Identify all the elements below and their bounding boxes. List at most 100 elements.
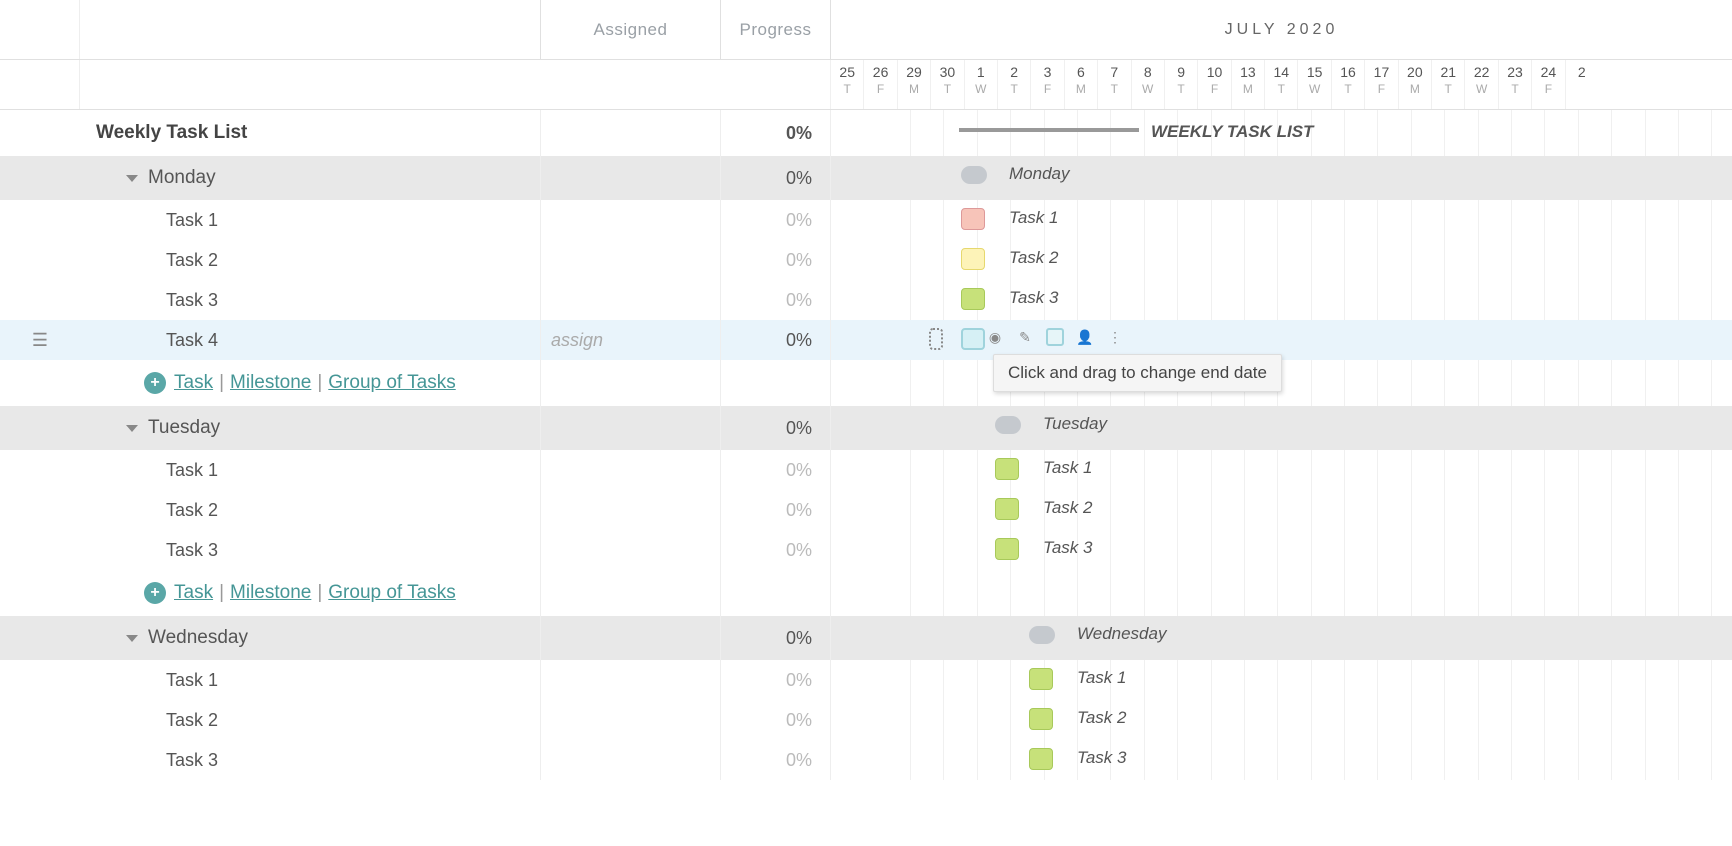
collapse-caret-icon[interactable] — [126, 425, 138, 432]
date-column[interactable]: 30T — [930, 60, 963, 109]
group-pill[interactable] — [995, 416, 1021, 434]
group-row-tuesday[interactable]: Tuesday 0% Tuesday — [0, 406, 1732, 450]
group-label: Tuesday — [148, 417, 220, 439]
project-title[interactable]: Weekly Task List — [80, 122, 540, 144]
task-row[interactable]: Task 3 0% Task 3 — [0, 280, 1732, 320]
task-bar[interactable] — [995, 458, 1019, 480]
add-task-link[interactable]: Task — [174, 582, 213, 604]
task-bar[interactable] — [961, 248, 985, 270]
task-label[interactable]: Task 1 — [80, 670, 540, 691]
month-label: JULY 2020 — [831, 0, 1732, 60]
task-progress: 0% — [720, 280, 830, 320]
task-label[interactable]: Task 1 — [80, 460, 540, 481]
task-bar-active[interactable] — [961, 328, 985, 350]
task-bar[interactable] — [1029, 748, 1053, 770]
task-row[interactable]: Task 3 0% Task 3 — [0, 740, 1732, 780]
collapse-caret-icon[interactable] — [126, 175, 138, 182]
task-progress: 0% — [720, 740, 830, 780]
add-group-link[interactable]: Group of Tasks — [328, 582, 455, 604]
task-toolbar: ◉ ✎ 👤 ⋮ — [986, 328, 1124, 346]
date-column[interactable]: 29M — [897, 60, 930, 109]
task-label[interactable]: Task 3 — [80, 540, 540, 561]
add-group-link[interactable]: Group of Tasks — [328, 372, 455, 394]
group-row-monday[interactable]: Monday 0% Monday — [0, 156, 1732, 200]
task-progress: 0% — [720, 490, 830, 530]
task-bar[interactable] — [995, 498, 1019, 520]
date-column[interactable]: 23T — [1498, 60, 1531, 109]
group-progress: 0% — [720, 156, 830, 200]
group-label: Wednesday — [148, 627, 248, 649]
date-column[interactable]: 17F — [1364, 60, 1397, 109]
date-column[interactable]: 6M — [1064, 60, 1097, 109]
project-progress: 0% — [720, 110, 830, 156]
task-label[interactable]: Task 2 — [80, 500, 540, 521]
color-picker-icon[interactable] — [1046, 328, 1064, 346]
column-header-row: Assigned Progress JULY 2020 — [0, 0, 1732, 60]
task-label[interactable]: Task 1 — [80, 210, 540, 231]
task-row[interactable]: Task 2 0% Task 2 — [0, 700, 1732, 740]
task-progress: 0% — [720, 200, 830, 240]
project-row[interactable]: Weekly Task List 0% WEEKLY TASK LIST — [0, 110, 1732, 156]
assign-field[interactable]: assign — [540, 320, 720, 360]
drag-end-handle[interactable]: ◉ — [986, 328, 1004, 346]
task-label[interactable]: Task 3 — [80, 290, 540, 311]
date-column[interactable]: 26F — [863, 60, 896, 109]
date-column[interactable]: 13M — [1231, 60, 1264, 109]
add-task-link[interactable]: Task — [174, 372, 213, 394]
group-row-wednesday[interactable]: Wednesday 0% Wednesday — [0, 616, 1732, 660]
task-row[interactable]: Task 2 0% Task 2 — [0, 490, 1732, 530]
row-menu-icon[interactable]: ☰ — [32, 330, 48, 351]
date-column[interactable]: 9T — [1164, 60, 1197, 109]
progress-header: Progress — [721, 0, 830, 59]
date-column[interactable]: 2 — [1565, 60, 1598, 109]
task-bar[interactable] — [961, 288, 985, 310]
date-column[interactable]: 2T — [997, 60, 1030, 109]
date-column[interactable]: 24F — [1531, 60, 1564, 109]
task-progress: 0% — [720, 320, 830, 360]
task-row-active[interactable]: ☰ Task 4 assign 0% ◉ ✎ 👤 ⋮ — [0, 320, 1732, 360]
task-bar[interactable] — [1029, 668, 1053, 690]
task-bar[interactable] — [995, 538, 1019, 560]
group-pill[interactable] — [961, 166, 987, 184]
date-column[interactable]: 21T — [1431, 60, 1464, 109]
date-column[interactable]: 14T — [1264, 60, 1297, 109]
date-column[interactable]: 22W — [1464, 60, 1497, 109]
group-pill[interactable] — [1029, 626, 1055, 644]
date-column[interactable]: 25T — [830, 60, 863, 109]
drag-start-handle[interactable] — [929, 328, 943, 350]
add-milestone-link[interactable]: Milestone — [230, 582, 311, 604]
task-label[interactable]: Task 4 — [80, 330, 540, 351]
date-column[interactable]: 7T — [1097, 60, 1130, 109]
add-plus-icon[interactable]: + — [144, 372, 166, 394]
task-bar[interactable] — [961, 208, 985, 230]
date-column[interactable]: 3F — [1030, 60, 1063, 109]
task-progress: 0% — [720, 240, 830, 280]
add-row: + Task | Milestone | Group of Tasks Clic… — [0, 360, 1732, 406]
task-label[interactable]: Task 2 — [80, 710, 540, 731]
group-label: Monday — [148, 167, 216, 189]
date-column[interactable]: 20M — [1398, 60, 1431, 109]
task-row[interactable]: Task 1 0% Task 1 — [0, 450, 1732, 490]
add-plus-icon[interactable]: + — [144, 582, 166, 604]
task-row[interactable]: Task 1 0% Task 1 — [0, 200, 1732, 240]
more-options-icon[interactable]: ⋮ — [1106, 328, 1124, 346]
task-label[interactable]: Task 2 — [80, 250, 540, 271]
date-column[interactable]: 15W — [1297, 60, 1330, 109]
edit-icon[interactable]: ✎ — [1016, 328, 1034, 346]
add-milestone-link[interactable]: Milestone — [230, 372, 311, 394]
task-label[interactable]: Task 3 — [80, 750, 540, 771]
date-column[interactable]: 16T — [1331, 60, 1364, 109]
task-bar[interactable] — [1029, 708, 1053, 730]
date-column[interactable]: 8W — [1131, 60, 1164, 109]
date-column[interactable]: 1W — [964, 60, 997, 109]
project-summary-bar[interactable] — [959, 128, 1139, 132]
task-row[interactable]: Task 3 0% Task 3 — [0, 530, 1732, 570]
project-bar-label: WEEKLY TASK LIST — [1151, 122, 1313, 142]
collapse-caret-icon[interactable] — [126, 635, 138, 642]
task-row[interactable]: Task 2 0% Task 2 — [0, 240, 1732, 280]
assign-person-icon[interactable]: 👤 — [1076, 328, 1094, 346]
date-column[interactable]: 10F — [1197, 60, 1230, 109]
task-progress: 0% — [720, 450, 830, 490]
task-progress: 0% — [720, 700, 830, 740]
task-row[interactable]: Task 1 0% Task 1 — [0, 660, 1732, 700]
